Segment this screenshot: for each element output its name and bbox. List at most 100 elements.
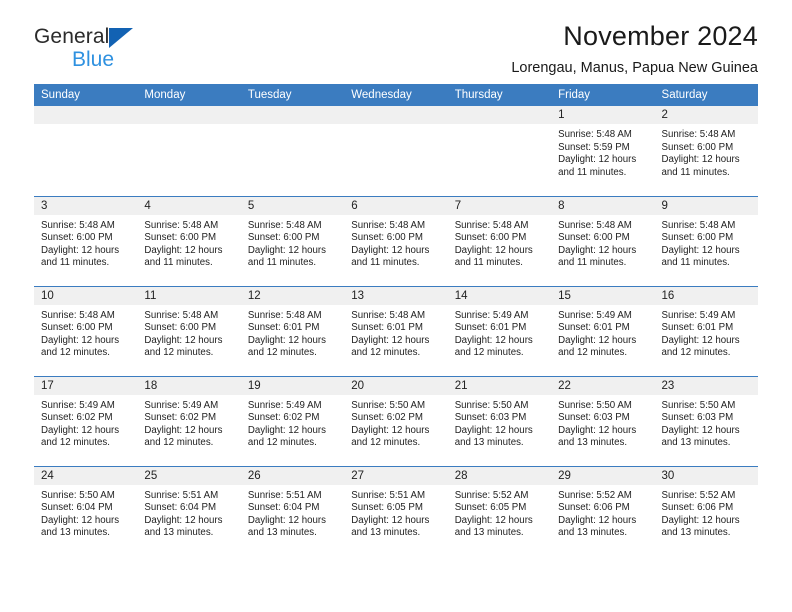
daylight-text-line1: Daylight: 12 hours bbox=[247, 424, 326, 436]
daylight-text-line1: Daylight: 12 hours bbox=[41, 244, 120, 256]
sunrise-text: Sunrise: 5:48 AM bbox=[41, 219, 115, 231]
daylight-text-line2: and 12 minutes. bbox=[661, 347, 731, 359]
daylight-text-line2: and 11 minutes. bbox=[558, 166, 627, 178]
sunrise-text: Sunrise: 5:50 AM bbox=[558, 399, 632, 411]
calendar-day-cell[interactable]: 6 Sunrise: 5:48 AM Sunset: 6:00 PM Daylight… bbox=[344, 195, 448, 286]
calendar-day-cell[interactable]: 18 Sunrise: 5:49 AM Sunset: 6:02 PM Dayligh… bbox=[137, 375, 241, 466]
weekday-header-thursday: Thursday bbox=[447, 84, 552, 106]
calendar-day-cell[interactable]: 15 Sunrise: 5:49 AM Sunset: 6:01 PM Dayligh… bbox=[551, 285, 655, 376]
calendar-day-cell[interactable]: 17 Sunrise: 5:49 AM Sunset: 6:02 PM Dayligh… bbox=[34, 375, 138, 466]
weekday-header-wednesday: Wednesday bbox=[344, 84, 448, 106]
calendar-day-cell[interactable]: 2 Sunrise: 5:48 AM Sunset: 6:00 PM Daylight… bbox=[654, 106, 758, 196]
calendar-day-cell[interactable]: 26 Sunrise: 5:51 AM Sunset: 6:04 PM Dayligh… bbox=[240, 465, 345, 556]
sunrise-text: Sunrise: 5:48 AM bbox=[661, 129, 736, 140]
day-number: 30 bbox=[654, 466, 758, 485]
sunrise-text: Sunrise: 5:49 AM bbox=[558, 309, 632, 321]
calendar-day-cell[interactable]: 24 Sunrise: 5:50 AM Sunset: 6:04 PM Dayligh… bbox=[34, 465, 138, 556]
sunset-text: Sunset: 6:05 PM bbox=[351, 502, 423, 514]
day-number bbox=[344, 106, 448, 124]
calendar-day-cell[interactable]: 5 Sunrise: 5:48 AM Sunset: 6:00 PM Daylight… bbox=[240, 195, 345, 286]
sunrise-text: Sunrise: 5:48 AM bbox=[558, 219, 632, 231]
calendar-day-cell[interactable]: 13 Sunrise: 5:48 AM Sunset: 6:01 PM Dayligh… bbox=[344, 285, 448, 376]
daylight-text-line1: Daylight: 12 hours bbox=[144, 244, 223, 256]
weekday-header-friday: Friday bbox=[551, 84, 655, 106]
day-number: 17 bbox=[34, 376, 138, 395]
brand-logo[interactable]: General Blue bbox=[34, 26, 234, 82]
calendar-day-cell[interactable]: 3 Sunrise: 5:48 AM Sunset: 6:00 PM Daylight… bbox=[34, 195, 138, 286]
day-number bbox=[447, 106, 552, 124]
calendar-day-cell[interactable]: 22 Sunrise: 5:50 AM Sunset: 6:03 PM Dayligh… bbox=[551, 375, 655, 466]
calendar-day-cell[interactable]: 9 Sunrise: 5:48 AM Sunset: 6:00 PM Daylight… bbox=[654, 195, 758, 286]
daylight-text-line1: Daylight: 12 hours bbox=[41, 514, 120, 526]
daylight-text-line2: and 11 minutes. bbox=[41, 257, 110, 269]
calendar-empty-cell bbox=[240, 106, 345, 196]
daylight-text-line2: and 11 minutes. bbox=[351, 257, 420, 269]
calendar-day-cell[interactable]: 27 Sunrise: 5:51 AM Sunset: 6:05 PM Dayligh… bbox=[344, 465, 448, 556]
day-number: 4 bbox=[137, 196, 241, 215]
sunset-text: Sunset: 6:04 PM bbox=[144, 502, 217, 514]
day-details: Sunrise: 5:50 AM Sunset: 6:02 PM Daylight:… bbox=[344, 395, 447, 450]
daylight-text-line1: Daylight: 12 hours bbox=[351, 334, 430, 346]
day-details: Sunrise: 5:49 AM Sunset: 6:02 PM Daylight:… bbox=[241, 395, 344, 450]
day-details: Sunrise: 5:49 AM Sunset: 6:02 PM Daylight:… bbox=[34, 395, 137, 450]
calendar-day-cell[interactable]: 8 Sunrise: 5:48 AM Sunset: 6:00 PM Daylight… bbox=[551, 195, 655, 286]
calendar-day-cell[interactable]: 1 Sunrise: 5:48 AM Sunset: 5:59 PM Daylight… bbox=[551, 106, 655, 196]
day-details: Sunrise: 5:48 AM Sunset: 6:00 PM Daylight:… bbox=[34, 305, 137, 360]
day-details: Sunrise: 5:48 AM Sunset: 6:01 PM Daylight:… bbox=[344, 305, 447, 360]
calendar-page: General Blue November 2024 Lorengau, Man… bbox=[0, 0, 792, 612]
calendar-day-cell[interactable]: 21 Sunrise: 5:50 AM Sunset: 6:03 PM Dayligh… bbox=[447, 375, 552, 466]
daylight-text-line2: and 11 minutes. bbox=[558, 257, 627, 269]
calendar-day-cell[interactable]: 11 Sunrise: 5:48 AM Sunset: 6:00 PM Dayligh… bbox=[137, 285, 241, 376]
sunrise-text: Sunrise: 5:48 AM bbox=[351, 309, 426, 321]
sunrise-text: Sunrise: 5:49 AM bbox=[144, 399, 219, 411]
daylight-text-line2: and 12 minutes. bbox=[247, 437, 317, 449]
daylight-text-line1: Daylight: 12 hours bbox=[454, 244, 533, 256]
day-number: 12 bbox=[240, 286, 345, 305]
calendar-day-cell[interactable]: 12 Sunrise: 5:48 AM Sunset: 6:01 PM Dayligh… bbox=[240, 285, 345, 376]
daylight-text-line2: and 11 minutes. bbox=[144, 257, 213, 269]
calendar-day-cell[interactable]: 14 Sunrise: 5:49 AM Sunset: 6:01 PM Dayligh… bbox=[447, 285, 552, 376]
day-details: Sunrise: 5:48 AM Sunset: 6:00 PM Daylight:… bbox=[344, 215, 447, 270]
day-number: 1 bbox=[551, 106, 655, 124]
day-number: 6 bbox=[344, 196, 448, 215]
day-number: 16 bbox=[654, 286, 758, 305]
calendar-body: 1 Sunrise: 5:48 AM Sunset: 5:59 PM Daylight… bbox=[34, 106, 758, 556]
daylight-text-line2: and 13 minutes. bbox=[558, 437, 628, 449]
calendar-day-cell[interactable]: 23 Sunrise: 5:50 AM Sunset: 6:03 PM Dayligh… bbox=[654, 375, 758, 466]
day-number: 26 bbox=[240, 466, 345, 485]
daylight-text-line1: Daylight: 12 hours bbox=[558, 244, 637, 256]
calendar-day-cell[interactable]: 7 Sunrise: 5:48 AM Sunset: 6:00 PM Daylight… bbox=[447, 195, 552, 286]
daylight-text-line2: and 11 minutes. bbox=[454, 257, 523, 269]
daylight-text-line2: and 13 minutes. bbox=[454, 527, 524, 539]
calendar-day-cell[interactable]: 30 Sunrise: 5:52 AM Sunset: 6:06 PM Dayligh… bbox=[654, 465, 758, 556]
day-details: Sunrise: 5:48 AM Sunset: 6:00 PM Daylight:… bbox=[137, 215, 240, 270]
sunrise-text: Sunrise: 5:49 AM bbox=[454, 309, 529, 321]
calendar-day-cell[interactable]: 16 Sunrise: 5:49 AM Sunset: 6:01 PM Dayligh… bbox=[654, 285, 758, 376]
daylight-text-line2: and 11 minutes. bbox=[661, 257, 730, 269]
calendar-day-cell[interactable]: 20 Sunrise: 5:50 AM Sunset: 6:02 PM Dayligh… bbox=[344, 375, 448, 466]
calendar-day-cell[interactable]: 4 Sunrise: 5:48 AM Sunset: 6:00 PM Daylight… bbox=[137, 195, 241, 286]
sunrise-text: Sunrise: 5:48 AM bbox=[454, 219, 529, 231]
brand-name-blue: Blue bbox=[72, 48, 115, 71]
calendar-day-cell[interactable]: 10 Sunrise: 5:48 AM Sunset: 6:00 PM Dayligh… bbox=[34, 285, 138, 376]
sunset-text: Sunset: 6:04 PM bbox=[41, 502, 113, 514]
sunset-text: Sunset: 6:00 PM bbox=[661, 232, 734, 244]
daylight-text-line2: and 13 minutes. bbox=[454, 437, 524, 449]
day-number: 15 bbox=[551, 286, 655, 305]
daylight-text-line1: Daylight: 12 hours bbox=[454, 334, 533, 346]
sunrise-text: Sunrise: 5:49 AM bbox=[661, 309, 736, 321]
sunset-text: Sunset: 6:00 PM bbox=[41, 322, 113, 334]
sunset-text: Sunset: 6:00 PM bbox=[41, 232, 113, 244]
calendar-day-cell[interactable]: 19 Sunrise: 5:49 AM Sunset: 6:02 PM Dayligh… bbox=[240, 375, 345, 466]
calendar-day-cell[interactable]: 28 Sunrise: 5:52 AM Sunset: 6:05 PM Dayligh… bbox=[447, 465, 552, 556]
calendar-week-row: 10 Sunrise: 5:48 AM Sunset: 6:00 PM Dayligh… bbox=[34, 285, 758, 376]
day-details: Sunrise: 5:48 AM Sunset: 6:00 PM Daylight:… bbox=[34, 215, 137, 270]
day-number: 20 bbox=[344, 376, 448, 395]
calendar-day-cell[interactable]: 25 Sunrise: 5:51 AM Sunset: 6:04 PM Dayligh… bbox=[137, 465, 241, 556]
daylight-text-line2: and 13 minutes. bbox=[661, 527, 731, 539]
day-number: 21 bbox=[447, 376, 552, 395]
sunrise-text: Sunrise: 5:50 AM bbox=[41, 489, 115, 501]
calendar-day-cell[interactable]: 29 Sunrise: 5:52 AM Sunset: 6:06 PM Dayligh… bbox=[551, 465, 655, 556]
day-details: Sunrise: 5:49 AM Sunset: 6:01 PM Daylight:… bbox=[551, 305, 654, 360]
day-number: 3 bbox=[34, 196, 138, 215]
